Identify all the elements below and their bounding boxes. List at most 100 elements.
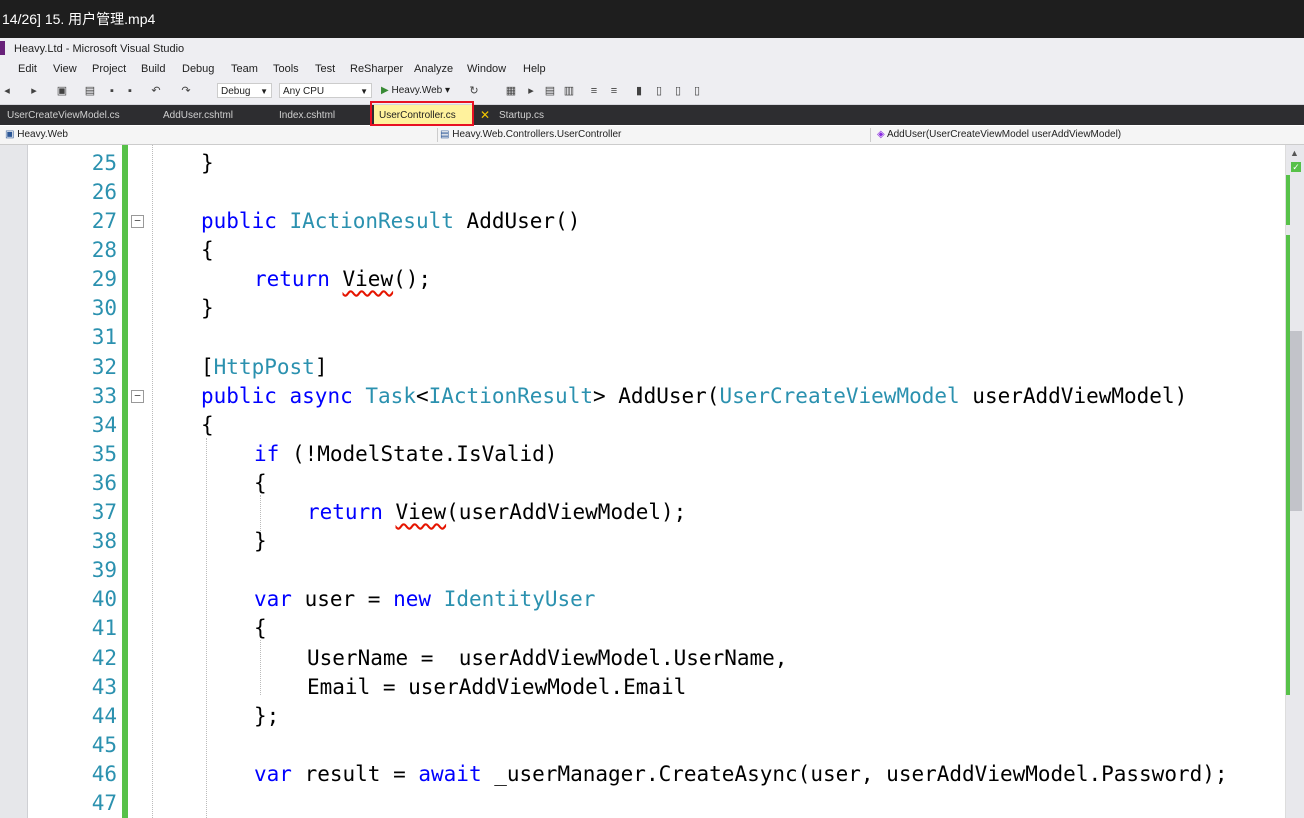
keyword: public [201,384,277,408]
keyword: var [254,587,292,611]
code-line: 41 { [0,614,1304,643]
code-line: 28 { [0,236,1304,265]
solution-config-select[interactable]: Debug ▼ [217,83,272,98]
chevron-down-icon: ▼ [360,87,368,96]
code-text: { [201,413,214,437]
visual-studio-logo-icon [0,41,5,55]
method-icon: ◈ [877,129,885,140]
menu-bar: Edit View Project Build Debug Team Tools… [0,60,1304,80]
code-fragment: > AddUser( [593,384,720,408]
menu-edit[interactable]: Edit [18,63,37,75]
class-dropdown-value: Heavy.Web.Controllers.UserController [452,129,622,140]
code-editor[interactable]: 25 } 26 27 − public IActionResult AddUse… [0,145,1304,818]
next-bookmark-icon[interactable]: ▯ [672,85,684,97]
code-text: [HttpPost] [201,353,327,382]
class-dropdown[interactable]: ▤ Heavy.Web.Controllers.UserController [440,128,871,142]
window-title-bar: Heavy.Ltd - Microsoft Visual Studio [0,38,1304,60]
code-fragment: (); [393,267,432,291]
code-text: } [201,151,214,175]
keyword: await [418,762,482,786]
code-line: 27 − public IActionResult AddUser() [0,207,1304,236]
navigation-bar: ▣ Heavy.Web ▤ Heavy.Web.Controllers.User… [0,126,1304,145]
line-number: 31 [91,325,117,349]
start-debugging-button[interactable]: ▶ Heavy.Web ▾ [381,83,450,99]
play-icon: ▶ [381,85,389,96]
platform-select[interactable]: Any CPU ▼ [279,83,372,98]
keyword: public [201,209,277,233]
run-target-label: Heavy.Web [391,85,443,96]
standard-toolbar: ◂ ▸ ▣ ▤ ▪ ▪ ↶ ↷ Debug ▼ Any CPU ▼ ▶ Heavy.… [0,80,1304,105]
bookmark-icon[interactable]: ▮ [633,85,645,97]
menu-build[interactable]: Build [141,63,165,75]
menu-test[interactable]: Test [315,63,335,75]
forward-icon[interactable]: ▸ [28,85,40,97]
member-dropdown-value: AddUser(UserCreateViewModel userAddViewM… [886,129,1122,140]
tab-usercreateviewmodel[interactable]: UserCreateViewModel.cs [7,109,120,123]
code-text: { [254,616,267,640]
menu-analyze[interactable]: Analyze [414,63,453,75]
chevron-down-icon: ▼ [260,87,268,96]
properties-icon[interactable]: ▥ [563,85,575,97]
uncomment-icon[interactable]: ≡ [608,85,620,97]
project-icon: ▣ [5,129,15,140]
line-number: 47 [91,791,117,815]
menu-resharper[interactable]: ReSharper [350,63,403,75]
code-line: 45 [0,731,1304,760]
project-dropdown[interactable]: ▣ Heavy.Web [5,128,438,142]
class-icon: ▤ [440,129,450,140]
code-fragment: userAddViewModel) [959,384,1188,408]
code-text: public async Task<IActionResult> AddUser… [201,382,1187,411]
line-number: 32 [91,355,117,379]
tab-adduser-cshtml[interactable]: AddUser.cshtml [163,109,233,123]
member-dropdown[interactable]: ◈ AddUser(UserCreateViewModel userAddVie… [877,128,1304,142]
open-file-icon[interactable]: ▤ [84,85,96,97]
code-line: 35 if (!ModelState.IsValid) [0,440,1304,469]
error-squiggle: View [395,500,447,524]
line-number: 26 [91,180,117,204]
back-icon[interactable]: ◂ [1,85,13,97]
tab-startup[interactable]: Startup.cs [499,109,544,123]
menu-view[interactable]: View [53,63,77,75]
scroll-up-icon[interactable]: ▲ [1290,148,1299,158]
collapse-icon[interactable]: − [131,215,144,228]
browser-link-icon[interactable]: ▦ [505,85,517,97]
type-name: HttpPost [213,355,315,379]
new-project-icon[interactable]: ▣ [56,85,68,97]
code-fragment: [ [201,355,214,379]
line-number: 25 [91,151,117,175]
menu-team[interactable]: Team [231,63,258,75]
undo-icon[interactable]: ↶ [150,85,162,97]
line-number: 35 [91,442,117,466]
redo-icon[interactable]: ↷ [180,85,192,97]
collapse-icon[interactable]: − [131,390,144,403]
type-name: IActionResult [428,384,593,408]
refresh-icon[interactable]: ↻ [468,85,480,97]
save-icon[interactable]: ▪ [106,85,118,97]
code-line: 44 }; [0,702,1304,731]
comment-icon[interactable]: ≡ [588,85,600,97]
code-line: 43 Email = userAddViewModel.Email [0,673,1304,702]
code-text: { [254,471,267,495]
menu-debug[interactable]: Debug [182,63,214,75]
prev-bookmark-icon[interactable]: ▯ [653,85,665,97]
menu-project[interactable]: Project [92,63,126,75]
code-line: 37 return View(userAddViewModel); [0,498,1304,527]
menu-help[interactable]: Help [523,63,546,75]
save-all-icon[interactable]: ▪ [124,85,136,97]
code-line: 25 } [0,149,1304,178]
code-line: 26 [0,178,1304,207]
tab-index-cshtml[interactable]: Index.cshtml [279,109,335,123]
code-text: }; [254,704,280,728]
solution-explorer-icon[interactable]: ▤ [544,85,556,97]
menu-window[interactable]: Window [467,63,506,75]
scrollbar-thumb[interactable] [1289,331,1302,511]
code-line: 32 [HttpPost] [0,353,1304,382]
vertical-scrollbar[interactable]: ▲ ✓ [1285,145,1304,818]
close-icon[interactable]: ✕ [480,108,490,122]
menu-tools[interactable]: Tools [273,63,299,75]
step-icon[interactable]: ▸ [525,85,537,97]
code-text: return View(userAddViewModel); [307,498,686,527]
code-text: return View(); [254,265,431,294]
clear-bookmarks-icon[interactable]: ▯ [691,85,703,97]
code-text: } [254,529,267,553]
